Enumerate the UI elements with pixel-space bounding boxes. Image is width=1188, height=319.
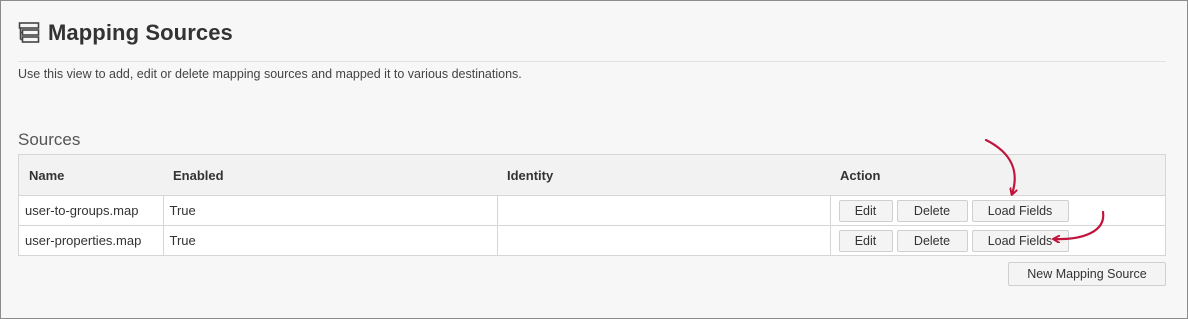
page-title: Mapping Sources bbox=[48, 20, 233, 45]
source-identity-cell bbox=[496, 195, 831, 226]
column-header-name: Name bbox=[18, 154, 163, 196]
table-header-row: Name Enabled Identity Action bbox=[18, 154, 1166, 196]
source-enabled-cell: True bbox=[162, 225, 498, 256]
load-fields-button[interactable]: Load Fields bbox=[971, 229, 1069, 252]
header-divider bbox=[18, 61, 1166, 62]
load-fields-button[interactable]: Load Fields bbox=[971, 199, 1069, 222]
delete-button[interactable]: Delete bbox=[896, 199, 968, 222]
source-actions-cell: Edit Delete Load Fields bbox=[829, 195, 1166, 226]
source-identity-cell bbox=[496, 225, 831, 256]
source-actions-cell: Edit Delete Load Fields bbox=[829, 225, 1166, 256]
edit-button[interactable]: Edit bbox=[838, 199, 893, 222]
source-name-cell: user-properties.map bbox=[18, 225, 164, 256]
column-header-enabled: Enabled bbox=[163, 154, 497, 196]
source-name-cell: user-to-groups.map bbox=[18, 195, 164, 226]
table-row: user-to-groups.map True Edit Delete Load F… bbox=[18, 195, 1166, 226]
sources-section-title: Sources bbox=[18, 130, 81, 149]
column-header-action: Action bbox=[830, 154, 1166, 196]
delete-button[interactable]: Delete bbox=[896, 229, 968, 252]
source-enabled-cell: True bbox=[162, 195, 498, 226]
column-header-identity: Identity bbox=[497, 154, 830, 196]
new-mapping-source-button[interactable]: New Mapping Source bbox=[1008, 262, 1166, 286]
edit-button[interactable]: Edit bbox=[838, 229, 893, 252]
sources-table: Name Enabled Identity Action user-to-gro… bbox=[18, 154, 1166, 256]
table-stack-icon bbox=[18, 22, 40, 43]
table-row: user-properties.map True Edit Delete Load … bbox=[18, 225, 1166, 256]
page-header: Mapping Sources bbox=[18, 20, 233, 46]
page-description: Use this view to add, edit or delete map… bbox=[18, 67, 522, 81]
